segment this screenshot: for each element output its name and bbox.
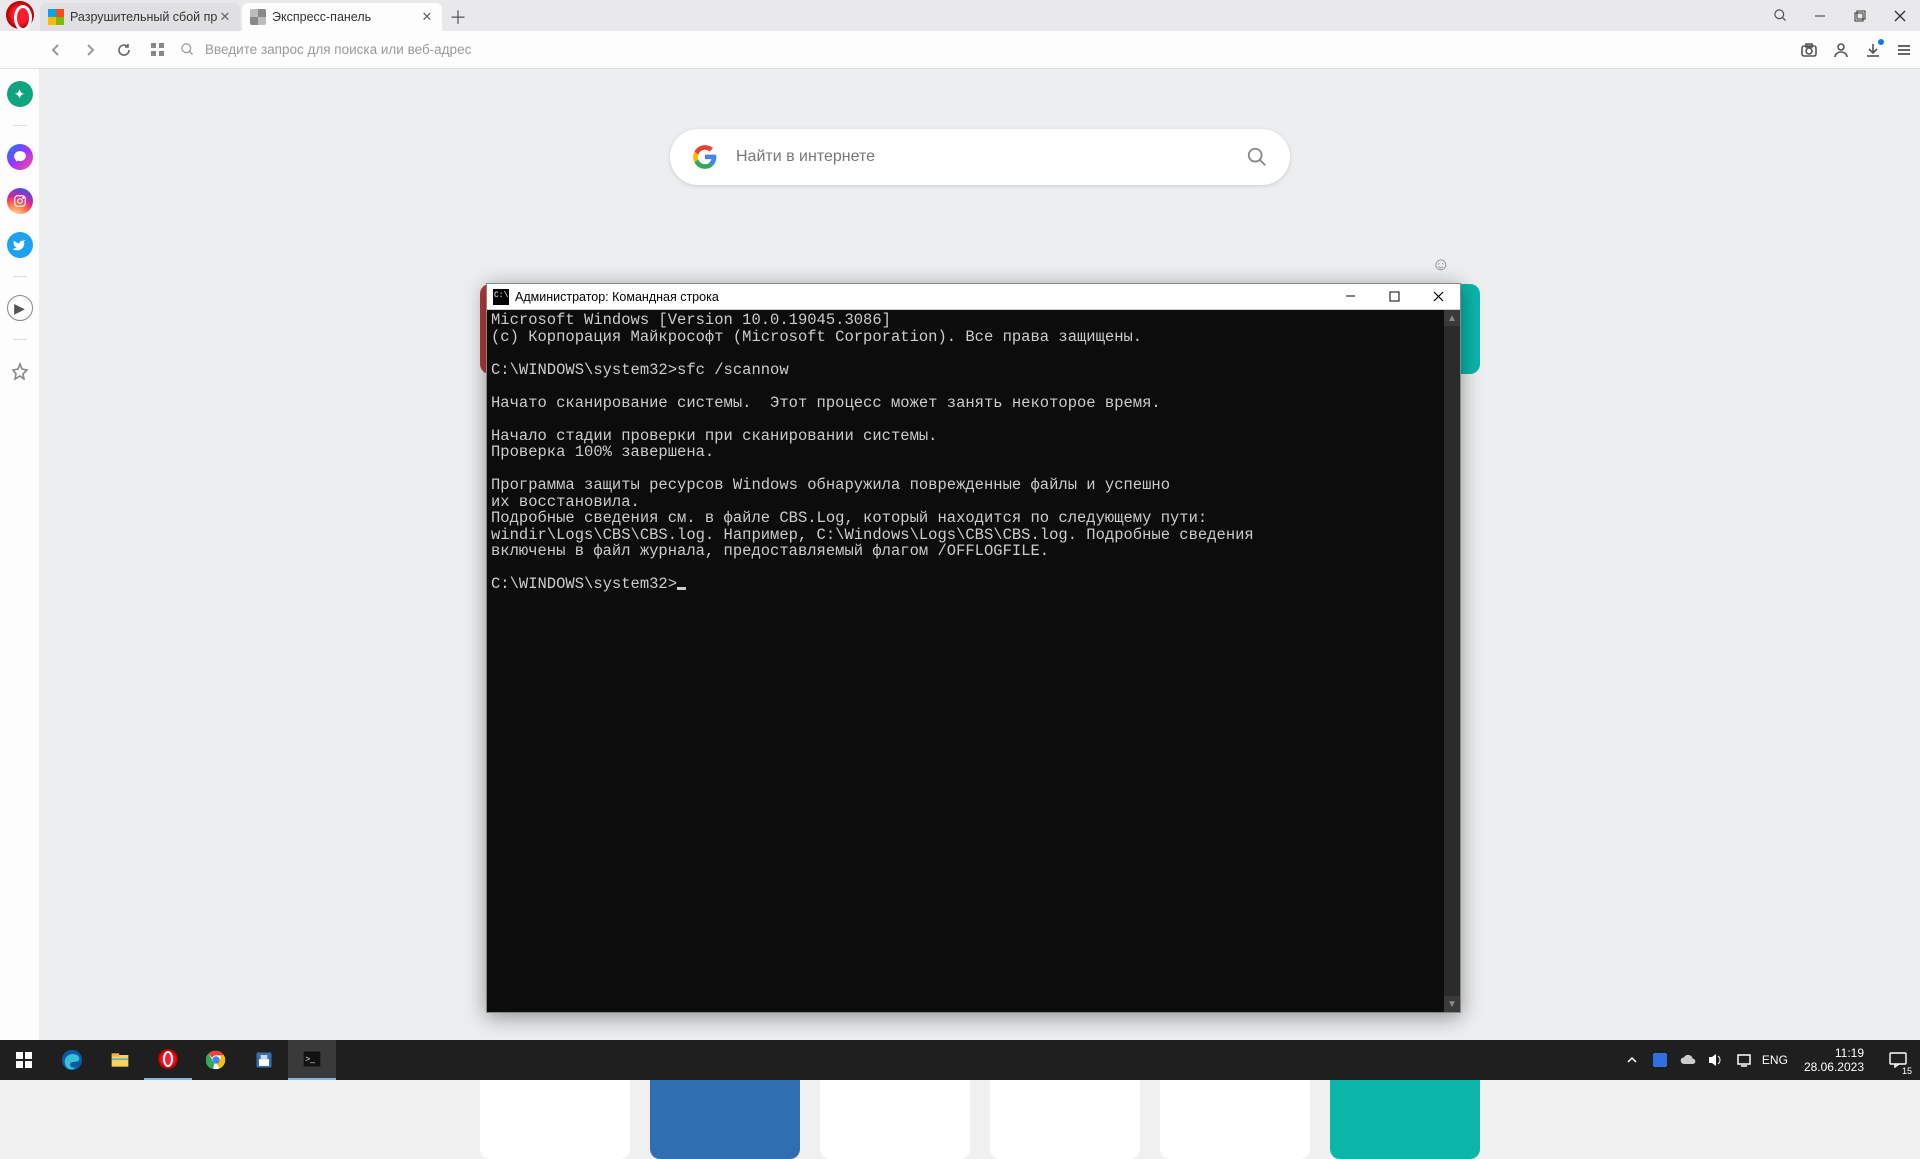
sidebar-separator [13,339,27,340]
scroll-up-icon[interactable]: ▲ [1444,310,1460,326]
tab-0[interactable]: Разрушительный сбой пр ✕ [40,3,240,31]
new-tab-button[interactable]: ＋ [444,3,472,31]
cmd-output: Microsoft Windows [Version 10.0.19045.30… [487,310,1444,1012]
speed-dial-tile[interactable] [480,1069,630,1159]
tab-1[interactable]: Экспресс-панель ✕ [242,3,442,31]
sidebar-messenger-icon[interactable] [7,144,33,170]
taskbar-clock[interactable]: 11:19 28.06.2023 [1796,1046,1872,1074]
easy-setup-button[interactable] [1896,42,1912,58]
taskbar-left: >_ [0,1040,336,1080]
google-search-input[interactable] [736,148,1228,166]
cmd-titlebar[interactable]: Администратор: Командная строка [487,284,1460,310]
tray-show-hidden-icon[interactable] [1622,1050,1642,1070]
tab-title: Экспресс-панель [272,10,420,24]
nav-forward-button[interactable] [78,38,102,62]
browser-toolbar [0,31,1920,69]
cmd-maximize-button[interactable] [1372,284,1416,310]
taskbar-edge-icon[interactable] [48,1040,96,1080]
tab-title: Разрушительный сбой пр [70,10,218,24]
taskbar-opera-icon[interactable] [144,1040,192,1080]
search-icon [180,42,195,57]
snapshot-button[interactable] [1800,41,1818,59]
nav-back-button[interactable] [44,38,68,62]
window-minimize-button[interactable] [1800,0,1840,31]
speed-dial-tile[interactable] [1330,1069,1480,1159]
tab-close-icon[interactable]: ✕ [218,10,232,24]
cmd-scrollbar[interactable]: ▲ ▼ [1444,310,1460,1012]
action-center-button[interactable]: 15 [1880,1040,1916,1080]
cmd-minimize-button[interactable] [1328,284,1372,310]
tray-language[interactable]: ENG [1762,1050,1788,1070]
sidebar-pinboards-icon[interactable] [7,358,33,384]
sidebar-separator [13,125,27,126]
opera-sidebar: ✦ ▶ ⋯ [0,69,40,1080]
taskbar-explorer-icon[interactable] [96,1040,144,1080]
address-bar[interactable] [180,36,1790,64]
cmd-close-button[interactable] [1416,284,1460,310]
scroll-down-icon[interactable]: ▼ [1444,996,1460,1012]
scroll-track[interactable] [1444,326,1460,996]
speed-dial-button[interactable] [146,38,170,62]
tab-strip: Разрушительный сбой пр ✕ Экспресс-панель… [0,0,1920,31]
windows-taskbar: >_ ENG 11:19 28.06.2023 15 [0,1040,1920,1080]
notif-badge: 15 [1902,1066,1912,1076]
speed-dial-tile[interactable] [650,1069,800,1159]
cmd-body[interactable]: Microsoft Windows [Version 10.0.19045.30… [487,310,1460,1012]
profile-button[interactable] [1832,41,1850,59]
taskbar-cmd-icon[interactable]: >_ [288,1040,336,1080]
cmd-title-text: Администратор: Командная строка [515,290,1328,304]
taskbar-chrome-icon[interactable] [192,1040,240,1080]
start-button[interactable] [0,1040,48,1080]
sidebar-instagram-icon[interactable] [7,188,33,214]
window-close-button[interactable] [1880,0,1920,31]
cmd-icon [493,289,509,305]
tab-close-icon[interactable]: ✕ [420,10,434,24]
tray-network-icon[interactable] [1734,1050,1754,1070]
tray-onedrive-icon[interactable] [1678,1050,1698,1070]
google-search-bar[interactable] [670,129,1290,185]
sidebar-aria-icon[interactable]: ✦ [7,81,33,107]
tray-volume-icon[interactable] [1706,1050,1726,1070]
window-maximize-button[interactable] [1840,0,1880,31]
speed-dial-row [480,1069,1480,1159]
google-logo-icon [692,144,718,170]
downloads-button[interactable] [1864,41,1882,59]
speed-dial-tile[interactable] [990,1069,1140,1159]
nav-reload-button[interactable] [112,38,136,62]
sidebar-separator [13,276,27,277]
tab-search-button[interactable] [1760,0,1800,31]
speed-dial-tile[interactable] [820,1069,970,1159]
tab-favicon-ms-icon [48,9,64,25]
window-controls [1760,0,1920,31]
tab-favicon-speeddial-icon [250,9,266,25]
tray-app-icon[interactable] [1650,1050,1670,1070]
address-input[interactable] [205,42,1790,57]
clock-time: 11:19 [1804,1046,1864,1060]
clock-date: 28.06.2023 [1804,1060,1864,1074]
sidebar-player-icon[interactable]: ▶ [7,295,33,321]
taskbar-app-icon[interactable] [240,1040,288,1080]
taskbar-right: ENG 11:19 28.06.2023 15 [1622,1040,1920,1080]
toolbar-right-cluster [1800,41,1912,59]
search-submit-icon[interactable] [1246,146,1268,168]
speed-dial-tile[interactable] [1160,1069,1310,1159]
customize-button[interactable]: ☺ [1432,254,1450,275]
svg-text:>_: >_ [305,1054,315,1064]
cmd-window: Администратор: Командная строка Microsof… [486,283,1461,1013]
opera-menu-button[interactable] [6,1,34,29]
sidebar-twitter-icon[interactable] [7,232,33,258]
